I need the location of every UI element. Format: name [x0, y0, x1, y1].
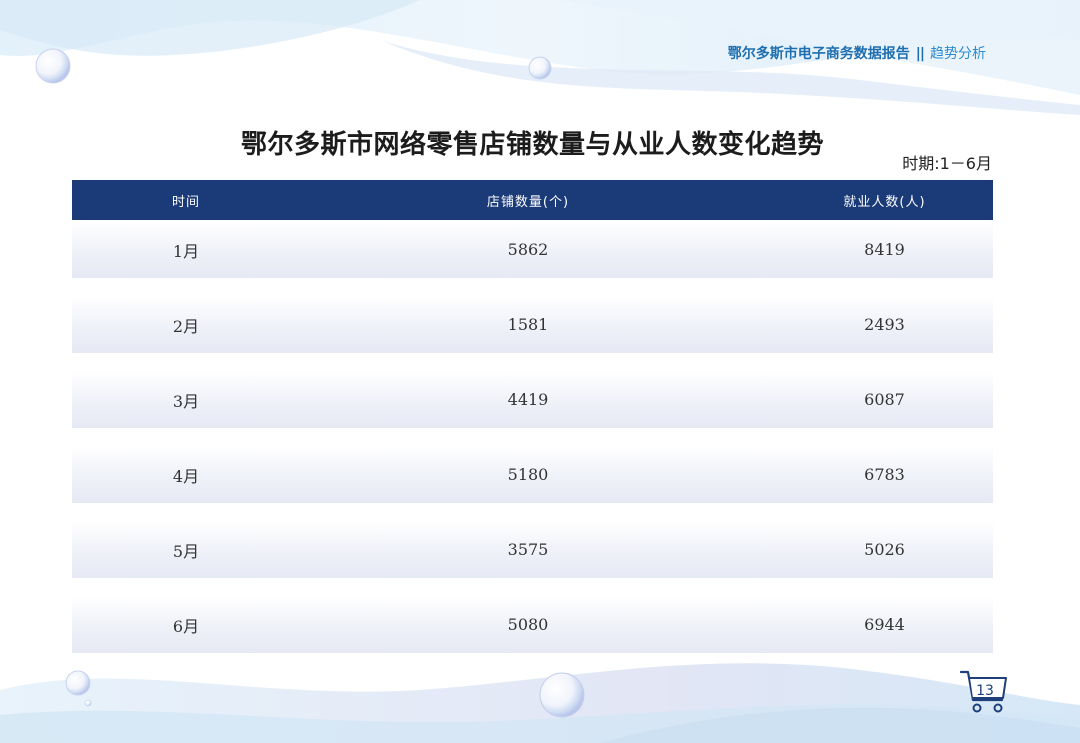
column-header-employees: 就业人数(人) — [843, 194, 926, 210]
report-header: 鄂尔多斯市电子商务数据报告 || 趋势分析 — [728, 44, 986, 64]
cell-employees: 2493 — [864, 315, 905, 334]
cell-month: 4月 — [172, 466, 200, 486]
bubble-icon — [528, 56, 552, 80]
cell-employees: 6087 — [864, 390, 905, 409]
table-header: 时间 店铺数量(个) 就业人数(人) — [72, 180, 993, 220]
period-label: 时期:1－6月 — [902, 154, 992, 173]
table-row: 4月 5180 6783 — [72, 446, 993, 503]
section-name: 趋势分析 — [930, 46, 986, 62]
bubble-icon — [65, 670, 91, 696]
page-number: 13 — [976, 683, 994, 699]
bubble-icon — [35, 48, 71, 84]
report-name: 鄂尔多斯市电子商务数据报告 — [727, 46, 910, 62]
table-row: 3月 4419 6087 — [72, 371, 993, 428]
table-row: 6月 5080 6944 — [72, 596, 993, 653]
data-table: 时间 店铺数量(个) 就业人数(人) 1月 5862 8419 2月 1581 … — [72, 180, 993, 671]
cell-employees: 6783 — [864, 465, 905, 484]
cell-employees: 8419 — [864, 240, 905, 259]
cell-month: 3月 — [172, 391, 200, 411]
header-separator: || — [915, 46, 925, 62]
bubble-icon — [84, 699, 92, 707]
cell-month: 1月 — [172, 241, 200, 261]
cell-month: 6月 — [172, 616, 200, 636]
cell-stores: 5080 — [507, 615, 549, 634]
cell-stores: 4419 — [507, 390, 549, 409]
bubble-icon — [539, 672, 585, 718]
cell-stores: 5862 — [507, 240, 549, 259]
column-header-time: 时间 — [171, 194, 200, 210]
cell-stores: 1581 — [507, 315, 549, 334]
cell-employees: 5026 — [864, 540, 905, 559]
column-header-stores: 店铺数量(个) — [486, 194, 570, 210]
cell-stores: 5180 — [507, 465, 549, 484]
cell-month: 5月 — [172, 541, 200, 561]
cell-employees: 6944 — [864, 615, 905, 634]
table-row: 1月 5862 8419 — [72, 221, 993, 278]
table-row: 5月 3575 5026 — [72, 521, 993, 578]
cell-stores: 3575 — [507, 540, 549, 559]
table-row: 2月 1581 2493 — [72, 296, 993, 353]
cell-month: 2月 — [172, 316, 200, 336]
